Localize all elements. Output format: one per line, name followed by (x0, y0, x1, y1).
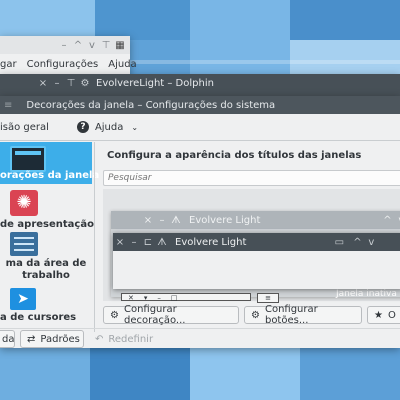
chevron-down-icon: v (394, 215, 400, 226)
dolphin-title: EvolvereLight – Dolphin (96, 77, 214, 89)
third-option-button[interactable]: ★ O (367, 306, 400, 324)
sidebar-item-label: a de cursores (0, 312, 77, 323)
maximize-icon: □ (170, 294, 178, 302)
close-icon[interactable]: × (36, 78, 50, 89)
desktop-theme-icon (10, 232, 38, 256)
help-icon[interactable]: ? (76, 121, 89, 133)
cursor-icon: ➤ (10, 288, 36, 310)
app-menu-icon[interactable]: ▦ (113, 40, 127, 51)
preview-inactive-titlebar: × – ᗑ Evolvere Light ^ v (111, 211, 400, 229)
chevron-down-icon: ▾ (143, 294, 148, 302)
chevron-down-icon[interactable]: v (85, 40, 99, 51)
help-menu-button[interactable]: Ajuda (95, 122, 123, 133)
menu-icon: ▭ (334, 236, 345, 248)
defaults-icon: ⇄ (27, 333, 36, 345)
help-button[interactable]: da (0, 330, 15, 348)
minimize-icon: – (157, 294, 161, 302)
menu-item-help[interactable]: Ajuda (103, 59, 141, 70)
overview-button[interactable]: isão geral (0, 122, 49, 133)
settings-title: Decorações da janela – Configurações do … (26, 99, 276, 111)
chevron-up-icon: ^ (383, 214, 392, 226)
page-title: Configura a aparência dos títulos das ja… (107, 150, 362, 161)
sidebar-item-splash-screen[interactable]: ✺ de apresentação (0, 186, 94, 232)
back-window-menubar: gar Configurações Ajuda (0, 54, 137, 74)
dolphin-app-icon: ⚙ (80, 77, 90, 89)
app-logo-icon: ᗑ (157, 236, 167, 248)
reset-label: Redefinir (108, 333, 154, 345)
toolbar-divider (0, 140, 400, 141)
star-icon: ★ (374, 309, 383, 321)
close-icon: × (115, 236, 125, 248)
pin-icon[interactable]: ⊤ (99, 40, 113, 51)
settings-window: ≡ Decorações da janela – Configurações d… (0, 96, 400, 348)
minimize-icon[interactable]: – (57, 40, 71, 51)
configure-buttons-button[interactable]: ⚙ Configurar botões... (244, 304, 362, 326)
splash-icon: ✺ (10, 190, 38, 216)
settings-titlebar[interactable]: ≡ Decorações da janela – Configurações d… (0, 96, 400, 114)
chevron-up-icon[interactable]: ^ (71, 40, 85, 51)
menu-item-settings[interactable]: Configurações (22, 59, 104, 70)
bottom-divider (0, 328, 400, 329)
sidebar: orações da janela ✺ de apresentação ma d… (0, 142, 99, 332)
close-icon: ✕ (128, 294, 134, 302)
chevron-up-icon: ^ (353, 236, 362, 248)
desktop-tile (0, 345, 90, 400)
defaults-button[interactable]: ⇄ Padrões (20, 330, 84, 348)
window-decoration-icon (10, 146, 46, 172)
configure-buttons-label: Configurar botões... (264, 304, 318, 326)
configure-decoration-label: Configurar decoração... (123, 304, 186, 326)
sidebar-item-label: orações da janela (0, 170, 100, 181)
sidebar-item-label: ma da área de trabalho (5, 258, 87, 281)
help-button-label: da (2, 333, 15, 345)
wrench-icon: ⚙ (251, 309, 260, 321)
preview-active-window: × – ⊏ ᗑ Evolvere Light ▭ ^ v (113, 233, 400, 289)
desktop-tile (290, 0, 400, 40)
preview-active-titlebar: × – ⊏ ᗑ Evolvere Light ▭ ^ v (113, 233, 400, 251)
desktop-tile (0, 0, 95, 40)
decoration-preview[interactable]: × – ᗑ Evolvere Light ^ v Janela inativa … (103, 189, 400, 303)
dolphin-titlebar[interactable]: × – ⊤ ⚙ EvolvereLight – Dolphin (0, 74, 400, 92)
sidebar-item-desktop-theme[interactable]: ma da área de trabalho (0, 232, 92, 284)
settings-app-icon: ≡ (4, 99, 13, 111)
sidebar-item-window-decorations[interactable]: orações da janela (0, 142, 99, 184)
menu-item-file[interactable]: gar (0, 59, 22, 70)
search-input[interactable] (103, 170, 400, 186)
minimize-icon[interactable]: – (50, 78, 64, 89)
desktop-tile (190, 345, 300, 400)
app-logo-icon: ᗑ (171, 214, 181, 226)
desktop-tile (90, 345, 190, 400)
desktop-tile (290, 40, 400, 75)
undo-icon: ↶ (95, 333, 104, 345)
chevron-down-icon[interactable]: ⌄ (131, 123, 138, 132)
back-window-titlebar[interactable]: – ^ v ⊤ ▦ (0, 36, 130, 54)
defaults-label: Padrões (40, 333, 80, 345)
preview-button-strip: ✕ ▾ – □ (121, 293, 251, 302)
sidebar-item-cursor-theme[interactable]: ➤ a de cursores (0, 284, 92, 326)
pin-icon[interactable]: ⊤ (64, 78, 78, 89)
desktop-tile (300, 345, 400, 400)
sidebar-item-label: de apresentação (0, 219, 94, 230)
third-option-label: O (387, 309, 396, 321)
close-icon: × (143, 214, 153, 226)
preview-inactive-title: Evolvere Light (189, 214, 261, 226)
minimize-icon: – (131, 236, 137, 248)
preview-menu-strip: ≡ (257, 293, 279, 303)
sidebar-divider (94, 142, 95, 332)
restore-icon: ⊏ (143, 236, 153, 248)
desktop-tile (95, 0, 190, 40)
reset-button[interactable]: ↶ Redefinir (88, 330, 160, 348)
settings-toolbar: isão geral ? Ajuda ⌄ (0, 114, 400, 140)
preview-inactive-label: Janela inativa (336, 289, 397, 299)
configure-decoration-button[interactable]: ⚙ Configurar decoração... (103, 304, 239, 326)
chevron-down-icon: v (368, 236, 375, 248)
wrench-icon: ⚙ (110, 309, 119, 321)
preview-active-title: Evolvere Light (175, 236, 247, 248)
minimize-icon: – (159, 214, 165, 226)
